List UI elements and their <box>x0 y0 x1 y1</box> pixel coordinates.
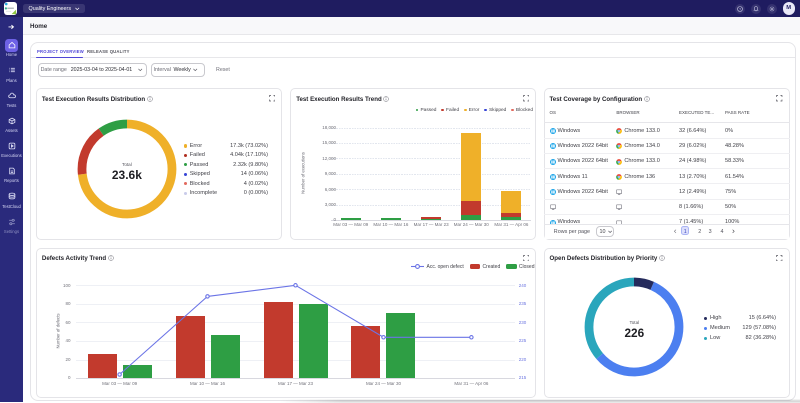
svg-text:?: ? <box>738 7 740 11</box>
